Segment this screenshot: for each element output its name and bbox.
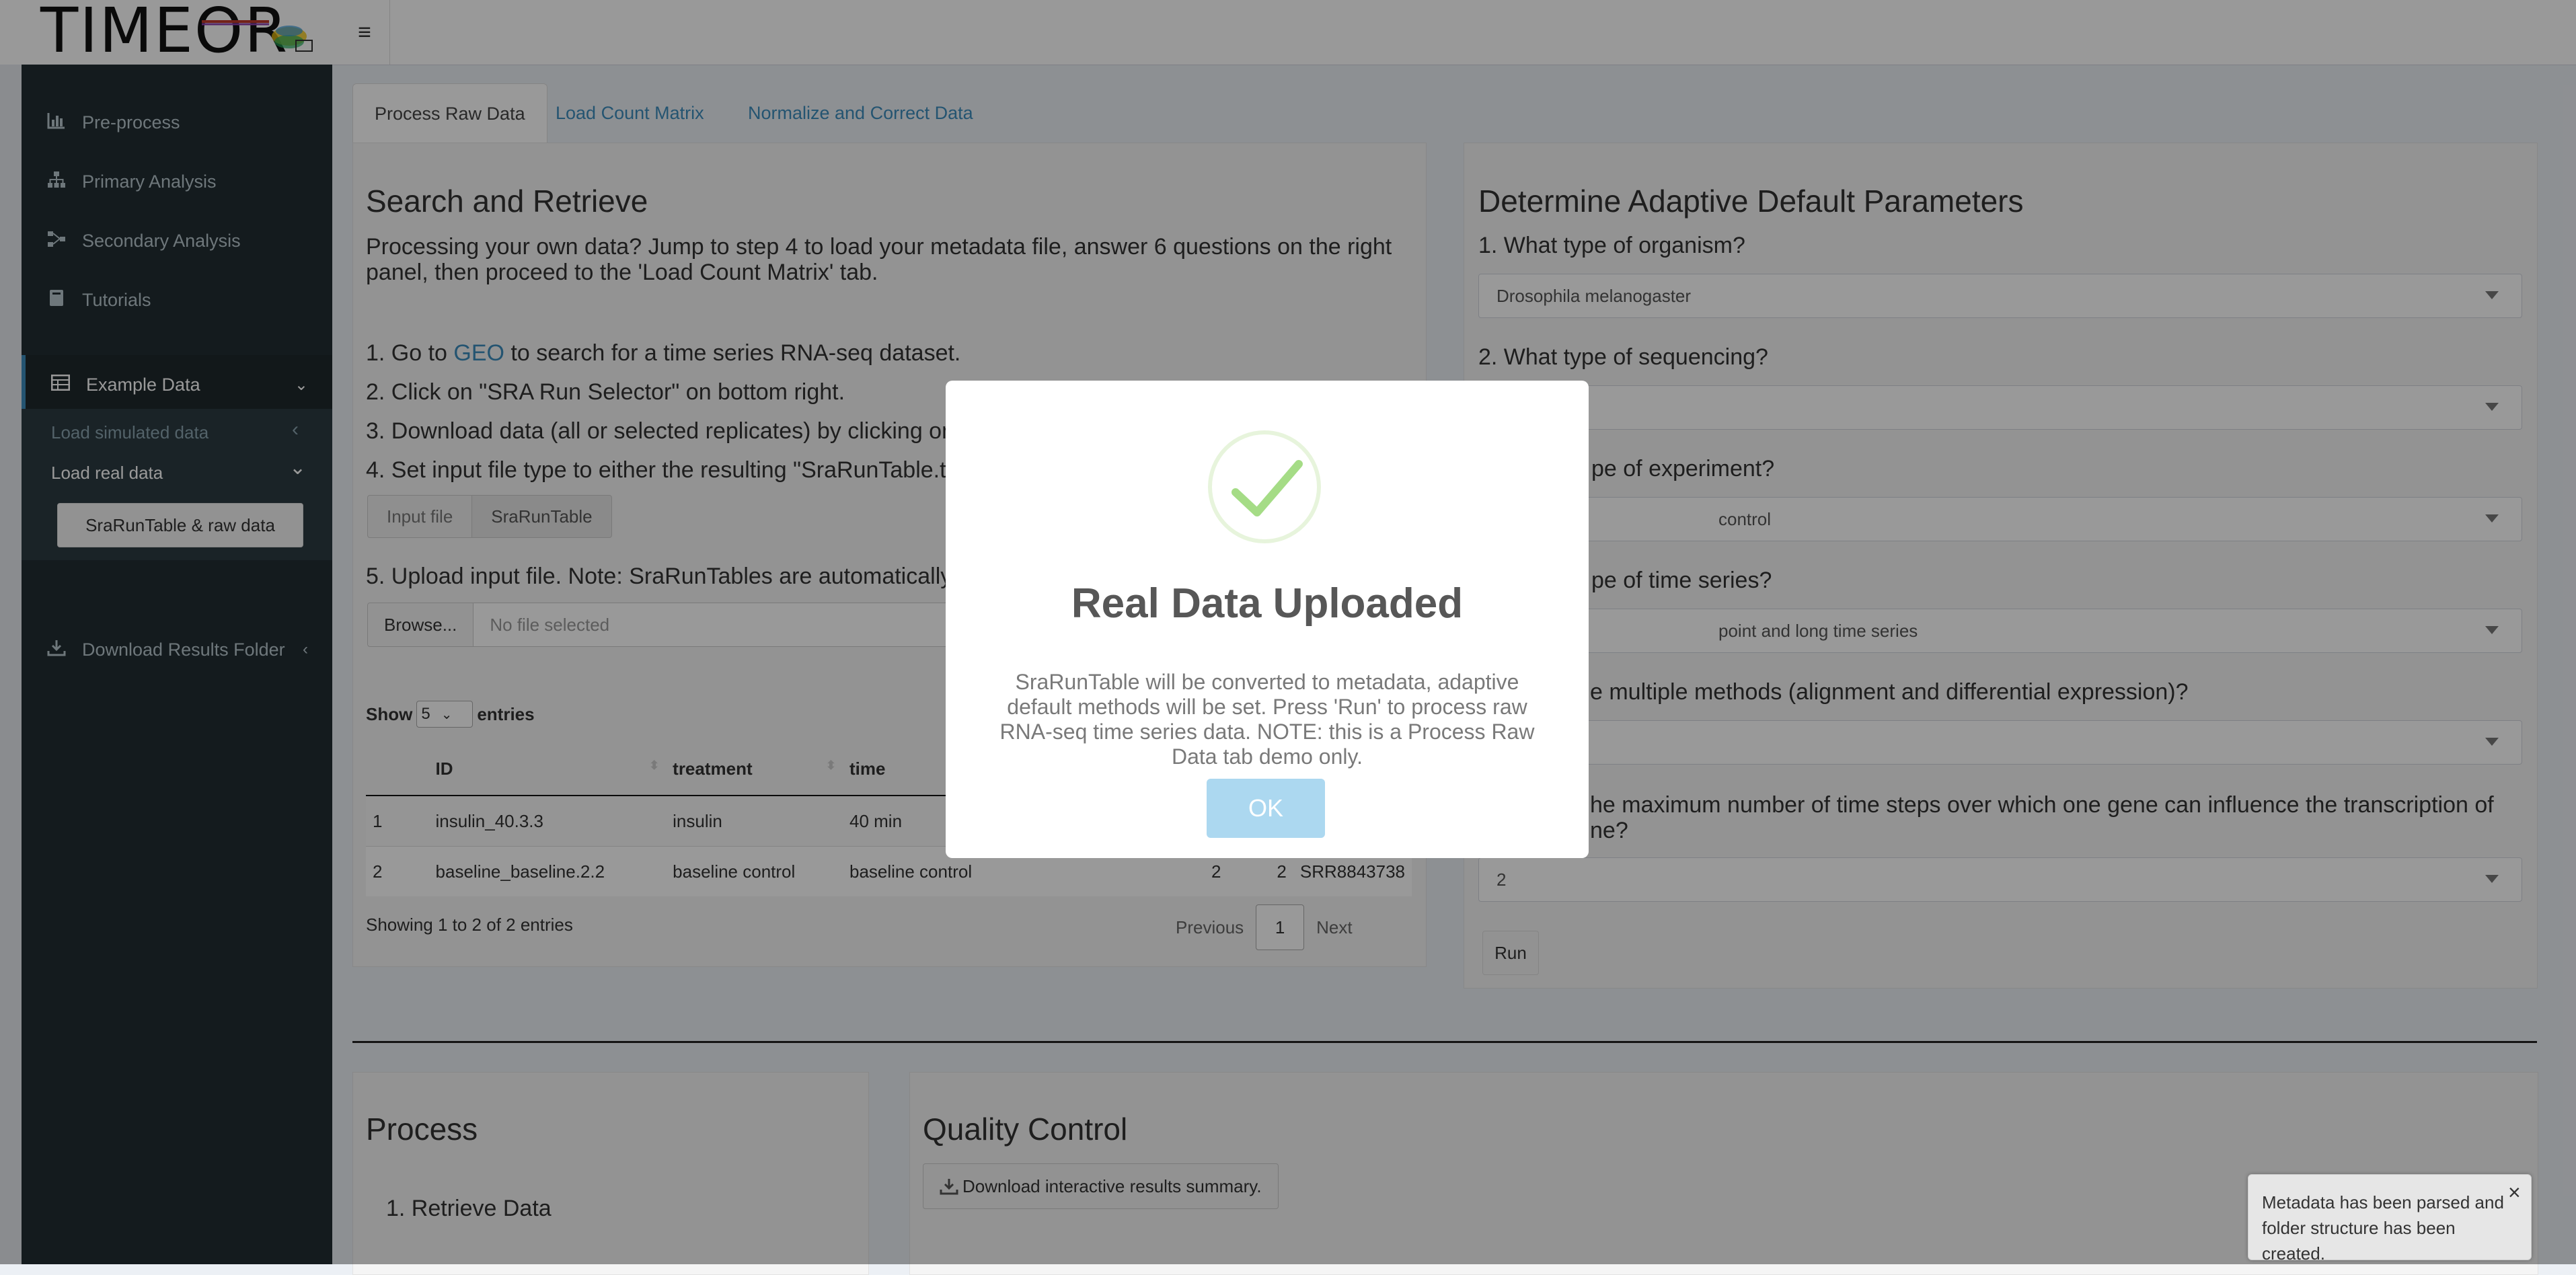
modal-title: Real Data Uploaded — [1071, 580, 1464, 627]
check-icon — [1232, 460, 1303, 516]
ok-button[interactable]: OK — [1207, 779, 1325, 838]
close-icon[interactable]: × — [2508, 1180, 2521, 1205]
notification-toast: Metadata has been parsed and folder stru… — [2248, 1174, 2532, 1264]
notification-message: Metadata has been parsed and folder stru… — [2262, 1192, 2504, 1264]
success-modal: Real Data Uploaded SraRunTable will be c… — [946, 381, 1589, 858]
modal-message: SraRunTable will be converted to metadat… — [999, 670, 1535, 769]
